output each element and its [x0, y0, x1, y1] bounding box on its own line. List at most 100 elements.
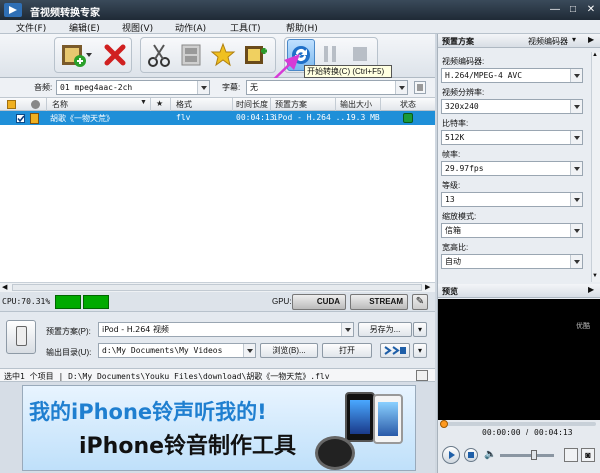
chevron-down-icon — [570, 224, 582, 237]
menu-edit[interactable]: 编辑(E) — [69, 21, 100, 34]
panel-collapse-icon[interactable]: ▶ — [588, 285, 594, 294]
preset-field-value: 13 — [445, 195, 455, 204]
effects-button[interactable] — [176, 39, 206, 71]
column-format[interactable]: 格式 — [176, 99, 192, 110]
minimize-button[interactable]: — — [548, 3, 562, 16]
play-icon — [449, 451, 455, 459]
status-ready-icon — [403, 113, 413, 123]
merge-dropdown-button[interactable]: ▾ — [413, 343, 427, 358]
maximize-button[interactable]: □ — [566, 3, 580, 16]
cut-button[interactable] — [144, 39, 174, 71]
time-separator: / — [526, 428, 529, 437]
menu-file[interactable]: 文件(F) — [16, 21, 46, 34]
audio-subtitle-row: 音频: 01 mpeg4aac-2ch 字幕: 无 — [0, 78, 435, 98]
fullscreen-icon[interactable] — [564, 448, 578, 462]
column-star[interactable]: ★ — [156, 99, 163, 108]
chevron-down-icon[interactable]: ▾ — [572, 35, 576, 44]
cut-icon — [148, 44, 170, 67]
preset-field-select[interactable]: 512K — [441, 130, 583, 145]
row-checkbox[interactable] — [16, 114, 25, 123]
row-format: flv — [176, 113, 191, 122]
menu-help[interactable]: 帮助(H) — [286, 21, 318, 34]
snapshot-camera-icon[interactable]: ◙ — [581, 448, 595, 462]
preset-select[interactable]: iPod - H.264 视频 — [98, 322, 354, 337]
ati-stream-button[interactable]: STREAM — [350, 294, 408, 310]
preset-field-select[interactable]: 320x240 — [441, 99, 583, 114]
video-preview[interactable]: 优酷 — [438, 299, 600, 420]
column-preset[interactable]: 预置方案 — [275, 99, 307, 110]
stop-preview-button[interactable] — [464, 448, 478, 462]
scroll-right-icon[interactable]: ▶ — [425, 283, 430, 291]
output-settings-panel: 预置方案(P): iPod - H.264 视频 另存为... ▾ 输出目录(U… — [0, 312, 435, 368]
file-list-header: 名称 ▼ ★ 格式 时间长度 预置方案 输出大小 状态 — [0, 98, 435, 111]
volume-handle[interactable] — [531, 450, 537, 460]
preview-panel-header: 预览 ▶ — [438, 284, 600, 298]
menu-action[interactable]: 动作(A) — [175, 21, 206, 34]
preset-field-select[interactable]: 信箱 — [441, 223, 583, 238]
add-file-button[interactable] — [58, 39, 92, 71]
column-status[interactable]: 状态 — [400, 99, 416, 110]
play-button[interactable] — [442, 446, 460, 464]
scroll-left-icon[interactable]: ◀ — [2, 283, 7, 291]
cpu-usage: CPU:70.31% — [2, 297, 51, 306]
ad-banner[interactable]: 我的iPhone铃声听我的! iPhone铃音制作工具 — [22, 385, 416, 471]
app-logo-icon — [4, 3, 22, 17]
row-size: 19.3 MB — [346, 113, 380, 122]
panel-collapse-icon[interactable]: ▶ — [588, 35, 594, 44]
stop-icon — [468, 452, 474, 458]
output-dir-select[interactable]: d:\My Documents\My Videos — [98, 343, 256, 358]
chevron-down-icon — [570, 131, 582, 144]
ad-line2: iPhone铃音制作工具 — [79, 434, 297, 459]
column-name[interactable]: 名称 — [52, 99, 68, 110]
scroll-up-icon[interactable]: ▲ — [592, 52, 598, 58]
audio-label: 音频: — [34, 83, 53, 92]
preset-field-select[interactable]: 29.97fps — [441, 161, 583, 176]
save-as-dropdown-button[interactable]: ▾ — [413, 322, 427, 337]
horizontal-scrollbar[interactable]: ◀ ▶ — [0, 282, 435, 292]
row-duration: 00:04:13 — [236, 113, 275, 122]
preset-field-select[interactable]: 自动 — [441, 254, 583, 269]
title-bar: 音视频转换专家 — □ ✕ — [0, 0, 600, 20]
preset-panel-header: 预置方案 视频编码器 ▾ ▶ — [438, 34, 600, 48]
preset-label: 预置方案(P): — [46, 327, 91, 336]
table-row[interactable]: 胡歌《一物天荒》 flv 00:04:13 iPod - H.264 ... 1… — [0, 111, 435, 125]
preset-field-select[interactable]: H.264/MPEG-4 AVC — [441, 68, 583, 83]
preset-field-value: 信箱 — [445, 226, 461, 235]
check-all-checkbox[interactable] — [7, 100, 16, 109]
preset-field-label: 宽高比: — [442, 243, 469, 252]
preset-field-label: 等级: — [442, 181, 461, 190]
column-duration[interactable]: 时间长度 — [236, 99, 268, 110]
preset-field-select[interactable]: 13 — [441, 192, 583, 207]
cpu-graph-2 — [83, 295, 109, 309]
delete-button[interactable] — [100, 39, 130, 71]
menu-view[interactable]: 视图(V) — [122, 21, 153, 34]
open-button[interactable]: 打开 — [322, 343, 372, 358]
preset-field-label: 缩放模式: — [442, 212, 477, 221]
volume-icon[interactable]: 🔈 — [484, 449, 496, 460]
subtitle-value: 无 — [250, 83, 258, 92]
save-as-button[interactable]: 另存为... — [358, 322, 412, 337]
preset-panel-dropdown[interactable]: 视频编码器 — [528, 36, 568, 47]
subtitle-select[interactable]: 无 — [246, 80, 408, 95]
close-button[interactable]: ✕ — [584, 3, 598, 16]
volume-slider[interactable] — [500, 450, 554, 460]
gpu-settings-wrench-icon[interactable]: ✎ — [412, 294, 428, 310]
column-output-size[interactable]: 输出大小 — [340, 99, 372, 110]
vertical-scrollbar[interactable]: ▲ ▼ — [591, 52, 600, 282]
menu-tools[interactable]: 工具(T) — [230, 21, 261, 34]
scroll-down-icon[interactable]: ▼ — [592, 273, 598, 279]
chevron-down-icon — [570, 255, 582, 268]
log-icon[interactable] — [416, 370, 428, 381]
audio-track-select[interactable]: 01 mpeg4aac-2ch — [56, 80, 210, 95]
seek-handle[interactable] — [440, 420, 448, 428]
cuda-button[interactable]: CUDA — [292, 294, 346, 310]
seek-bar[interactable] — [440, 420, 596, 428]
file-list-area[interactable] — [0, 125, 435, 282]
subtitle-add-button[interactable] — [414, 81, 426, 94]
scroll-thumb[interactable] — [12, 284, 422, 291]
status-column-icon — [31, 100, 40, 109]
preset-panel-title: 预置方案 — [442, 37, 474, 46]
browse-button[interactable]: 浏览(B)... — [260, 343, 318, 358]
merge-button[interactable] — [380, 343, 410, 358]
sort-down-icon: ▼ — [140, 99, 147, 106]
